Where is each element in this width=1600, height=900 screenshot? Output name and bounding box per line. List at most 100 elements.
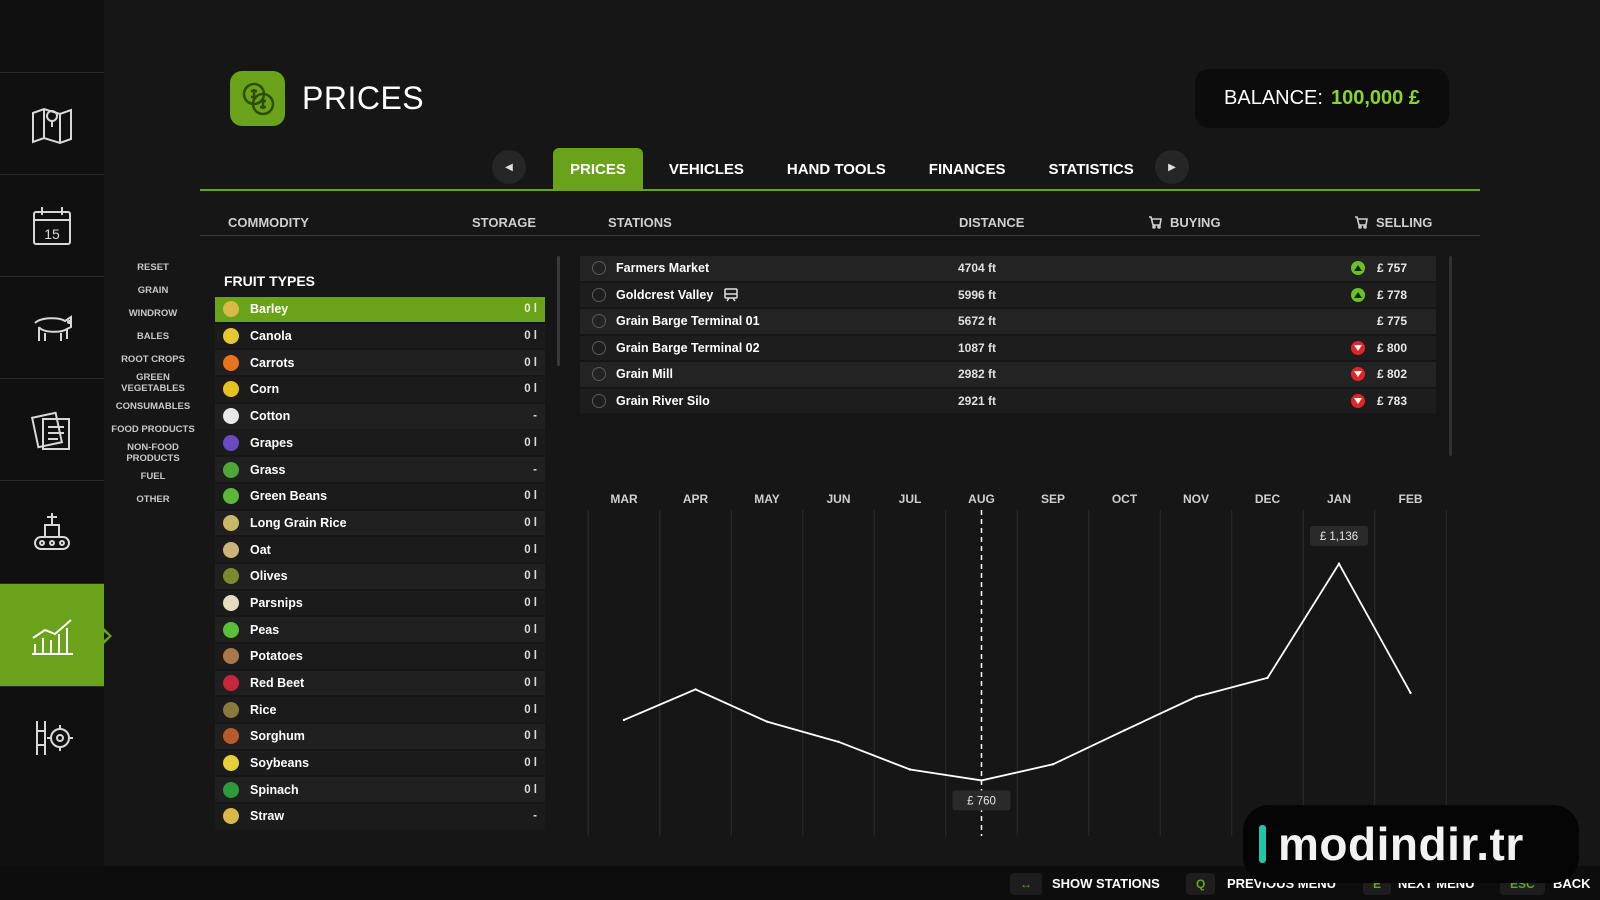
fruit-storage: 0 l (524, 356, 537, 369)
price-point (1051, 763, 1055, 766)
fruit-storage: 0 l (524, 783, 537, 796)
fruit-row[interactable]: Long Grain Rice 0 l (215, 510, 545, 536)
col-selling-header: SELLING (1354, 215, 1432, 230)
station-row[interactable]: Grain Mill 2982 ft £ 802 (580, 362, 1436, 387)
fruit-icon (223, 808, 239, 825)
key-show-stations[interactable]: ↔ (1010, 873, 1042, 895)
station-toggle-icon[interactable] (592, 340, 606, 355)
station-distance: 2982 ft (958, 367, 997, 382)
station-name: Grain Mill (616, 367, 673, 382)
nav-prices[interactable] (0, 583, 112, 686)
fruit-row[interactable]: Cotton - (215, 403, 545, 429)
station-row[interactable]: Farmers Market 4704 ft £ 757 (580, 256, 1436, 281)
tab-prices[interactable]: PRICES (553, 148, 643, 190)
fruit-row[interactable]: Parsnips 0 l (215, 590, 545, 616)
filter-root-crops[interactable]: ROOT CROPS (106, 354, 200, 365)
month-label: NOV (1183, 492, 1209, 506)
nav-animals[interactable] (0, 276, 104, 379)
fruit-row[interactable]: Canola 0 l (215, 323, 545, 349)
station-name: Grain Barge Terminal 02 (616, 340, 760, 355)
filter-non-food-products[interactable]: NON-FOOD PRODUCTS (106, 442, 200, 464)
fruit-row[interactable]: Grapes 0 l (215, 430, 545, 456)
production-icon (34, 513, 70, 550)
fruit-storage: 0 l (524, 383, 537, 396)
nav-production[interactable] (0, 480, 104, 583)
fruit-row[interactable]: Red Beet 0 l (215, 670, 545, 696)
svg-text:£ 760: £ 760 (967, 795, 996, 807)
fruit-row[interactable]: Grass - (215, 457, 545, 482)
fruit-name: Carrots (250, 355, 295, 370)
fruit-row[interactable]: Spinach 0 l (215, 777, 545, 803)
filter-grain[interactable]: GRAIN (106, 285, 200, 296)
filter-reset[interactable]: RESET (106, 262, 200, 273)
col-buying: BUYING (1170, 215, 1221, 230)
nav-calendar[interactable]: 15 (0, 174, 104, 277)
tab-hand-tools[interactable]: HAND TOOLS (770, 148, 903, 190)
tab-prev-button[interactable]: ◀ (492, 150, 526, 184)
fruit-row[interactable]: Straw - (215, 804, 545, 829)
fruit-storage: 0 l (524, 757, 537, 770)
balance-box: BALANCE: 100,000 £ (1195, 69, 1449, 128)
settings-icon (36, 721, 73, 755)
fruit-name: Corn (250, 382, 280, 397)
station-name: Farmers Market (616, 261, 710, 276)
fruit-row[interactable]: Rice 0 l (215, 697, 545, 723)
fruit-row[interactable]: Soybeans 0 l (215, 750, 545, 776)
nav-map[interactable] (0, 72, 104, 175)
fruit-row[interactable]: Corn 0 l (215, 377, 545, 402)
fruit-icon (223, 675, 239, 692)
filter-consumables[interactable]: CONSUMABLES (106, 401, 200, 412)
fruit-row[interactable]: Potatoes 0 l (215, 643, 545, 669)
fruit-name: Peas (250, 622, 280, 637)
station-toggle-icon[interactable] (592, 287, 606, 302)
stations-scrollbar[interactable] (1449, 256, 1452, 456)
fruit-icon (223, 434, 239, 451)
fruit-row[interactable]: Oat 0 l (215, 537, 545, 562)
fruit-storage: 0 l (524, 703, 537, 716)
fruit-storage: - (533, 810, 537, 823)
fruit-storage: 0 l (524, 730, 537, 743)
arrow-left-icon: ◀ (505, 161, 513, 173)
price-point (837, 740, 840, 744)
tab-finances[interactable]: FINANCES (912, 148, 1023, 190)
filter-windrow[interactable]: WINDROW (106, 308, 200, 319)
filter-food-products[interactable]: FOOD PRODUCTS (106, 424, 200, 435)
filter-green-vegetables[interactable]: GREEN VEGETABLES (106, 372, 200, 394)
tab-next-button[interactable]: ▶ (1155, 150, 1189, 184)
nav-contracts[interactable] (0, 378, 104, 481)
filter-bales[interactable]: BALES (106, 331, 200, 342)
fruit-list: Barley 0 l Canola 0 l Carrots 0 l Corn 0 l Cotto… (215, 297, 545, 834)
fruit-icon (223, 461, 239, 478)
station-row[interactable]: Grain Barge Terminal 01 5672 ft £ 775 (580, 309, 1436, 334)
filter-other[interactable]: OTHER (106, 494, 200, 505)
fruit-row[interactable]: Olives 0 l (215, 563, 545, 589)
station-toggle-icon[interactable] (592, 261, 606, 276)
tab-vehicles[interactable]: VEHICLES (652, 148, 761, 190)
fruit-row[interactable]: Sorghum 0 l (215, 724, 545, 749)
station-price: £ 800 (1377, 340, 1408, 355)
fruit-name: Spinach (250, 782, 299, 797)
station-toggle-icon[interactable] (592, 393, 606, 408)
station-row[interactable]: Goldcrest Valley 5996 ft £ 778 (580, 282, 1436, 307)
station-name: Grain Barge Terminal 01 (616, 314, 760, 329)
fruit-row[interactable]: Peas 0 l (215, 617, 545, 643)
fruit-list-scrollbar[interactable] (557, 256, 560, 366)
fruit-row[interactable]: Green Beans 0 l (215, 483, 545, 509)
station-distance: 4704 ft (958, 261, 997, 276)
station-row[interactable]: Grain Barge Terminal 02 1087 ft £ 800 (580, 335, 1436, 360)
station-toggle-icon[interactable] (592, 314, 606, 329)
tab-statistics[interactable]: STATISTICS (1031, 148, 1150, 190)
fruit-row[interactable]: Barley 0 l (215, 297, 545, 322)
action-show-stations[interactable]: SHOW STATIONS (1052, 876, 1160, 891)
fruit-name: Red Beet (250, 676, 305, 691)
station-toggle-icon[interactable] (592, 367, 606, 382)
fruit-row[interactable]: Carrots 0 l (215, 350, 545, 376)
month-label: MAY (754, 492, 780, 506)
filter-fuel[interactable]: FUEL (106, 471, 200, 482)
nav-settings[interactable] (0, 686, 104, 789)
page-title: PRICES (302, 80, 425, 116)
tab-bar: PRICES VEHICLES HAND TOOLS FINANCES STAT… (553, 148, 1160, 190)
month-label: OCT (1112, 492, 1138, 506)
station-row[interactable]: Grain River Silo 2921 ft £ 783 (580, 388, 1436, 413)
key-previous-menu[interactable]: Q (1186, 873, 1216, 895)
